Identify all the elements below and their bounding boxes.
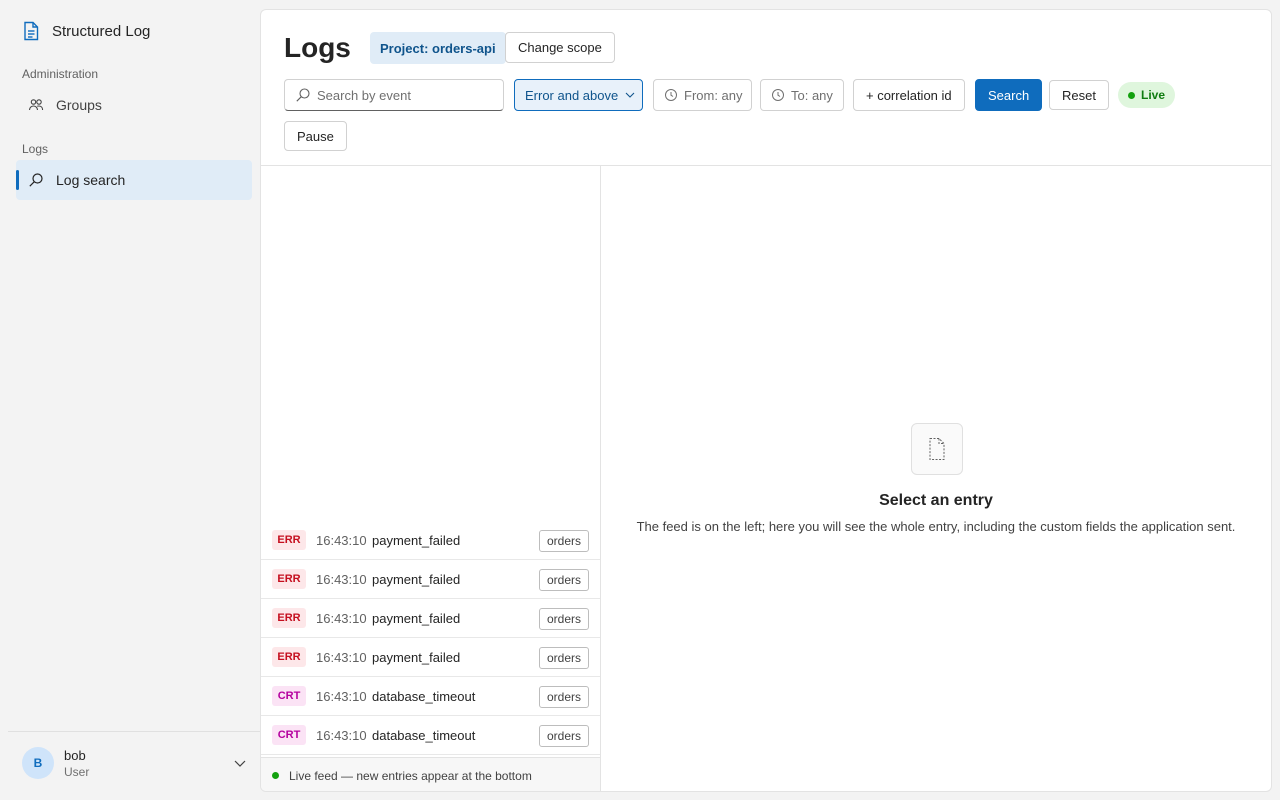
page-title: Logs [284, 32, 351, 63]
add-correlation-id-button[interactable]: + correlation id [853, 79, 965, 111]
chevron-down-icon [624, 89, 636, 101]
sidebar-item-label: Groups [56, 97, 102, 113]
document-icon [22, 21, 40, 41]
source-tag[interactable]: orders [538, 530, 589, 552]
avatar: B [22, 747, 54, 779]
app-title: Structured Log [52, 22, 151, 40]
level-filter-dropdown[interactable]: Error and above [514, 79, 643, 111]
live-label: Live [1141, 88, 1166, 102]
timestamp: 16:43:10 [316, 649, 367, 665]
event-name: payment_failed [372, 571, 461, 587]
timestamp: 16:43:10 [316, 610, 367, 626]
search-button[interactable]: Search [975, 79, 1043, 111]
sidebar-item-log-search[interactable]: Log search [16, 160, 252, 200]
table-row[interactable]: ERR 16:43:10 payment_failed orders [261, 638, 600, 677]
section-label-administration: Administration [22, 67, 99, 81]
table-row[interactable]: ERR 16:43:10 payment_failed orders [261, 560, 600, 599]
clock-icon [771, 88, 785, 102]
chevron-down-icon[interactable] [232, 755, 248, 771]
level-badge: ERR [272, 530, 306, 550]
search-input[interactable] [317, 87, 497, 103]
level-badge: CRT [272, 725, 306, 745]
clock-icon [664, 88, 678, 102]
sidebar-item-groups[interactable]: Groups [16, 85, 252, 125]
table-row[interactable]: ERR 16:43:10 payment_failed orders [261, 521, 600, 560]
source-tag[interactable]: orders [538, 686, 589, 708]
source-tag[interactable]: orders [538, 608, 589, 630]
scope-badge: Project: orders-api [370, 32, 506, 64]
change-scope-button[interactable]: Change scope [505, 32, 615, 63]
timestamp: 16:43:10 [316, 532, 367, 548]
search-field[interactable] [284, 79, 504, 111]
user-menu[interactable]: B bob User [22, 745, 252, 781]
main-panel: Logs Project: orders-api Change scope Er… [260, 9, 1272, 792]
source-tag[interactable]: orders [538, 725, 589, 747]
reset-button[interactable]: Reset [1049, 80, 1109, 110]
feed-status-bar: Live feed — new entries appear at the bo… [261, 757, 600, 791]
to-date-label: To: any [791, 87, 833, 103]
live-dot-icon [272, 772, 279, 779]
blank-document-icon [911, 423, 963, 475]
search-icon [28, 172, 44, 188]
pause-button[interactable]: Pause [284, 121, 347, 151]
header: Logs Project: orders-api Change scope Er… [261, 10, 1271, 166]
timestamp: 16:43:10 [316, 688, 367, 704]
feed-status-text: Live feed — new entries appear at the bo… [289, 768, 532, 783]
source-tag[interactable]: orders [538, 647, 589, 669]
source-tag[interactable]: orders [538, 569, 589, 591]
level-badge: ERR [272, 647, 306, 667]
to-date-picker[interactable]: To: any [760, 79, 844, 111]
user-name: bob [64, 747, 86, 763]
app-brand[interactable]: Structured Log [22, 20, 150, 42]
live-status-badge: Live [1118, 82, 1176, 108]
sidebar-divider [8, 731, 260, 732]
timestamp: 16:43:10 [316, 571, 367, 587]
event-name: payment_failed [372, 649, 461, 665]
timestamp: 16:43:10 [316, 727, 367, 743]
level-badge: CRT [272, 686, 306, 706]
event-name: payment_failed [372, 610, 461, 626]
section-label-logs: Logs [22, 142, 49, 156]
sidebar-item-label: Log search [56, 172, 126, 188]
level-filter-value: Error and above [525, 87, 619, 103]
entry-detail-panel: Select an entry The feed is on the left;… [601, 166, 1271, 791]
table-row[interactable]: ERR 16:43:10 payment_failed orders [261, 599, 600, 638]
table-row[interactable]: CRT 16:43:10 database_timeout orders [261, 677, 600, 716]
from-date-picker[interactable]: From: any [653, 79, 752, 111]
search-icon [295, 87, 311, 103]
empty-state-description: The feed is on the left; here you will s… [636, 519, 1236, 534]
from-date-label: From: any [684, 87, 743, 103]
event-name: payment_failed [372, 532, 461, 548]
user-role: User [64, 764, 90, 779]
log-feed[interactable]: ERR 16:43:10 payment_failed orders ERR 1… [261, 166, 601, 791]
table-row[interactable]: CRT 16:43:10 database_timeout orders [261, 716, 600, 755]
live-dot-icon [1128, 91, 1135, 99]
level-badge: ERR [272, 569, 306, 589]
empty-state-title: Select an entry [879, 492, 993, 509]
event-name: database_timeout [372, 688, 476, 704]
event-name: database_timeout [372, 727, 476, 743]
sidebar: Structured Log Administration Groups Log… [0, 0, 260, 800]
people-icon [28, 97, 44, 113]
level-badge: ERR [272, 608, 306, 628]
